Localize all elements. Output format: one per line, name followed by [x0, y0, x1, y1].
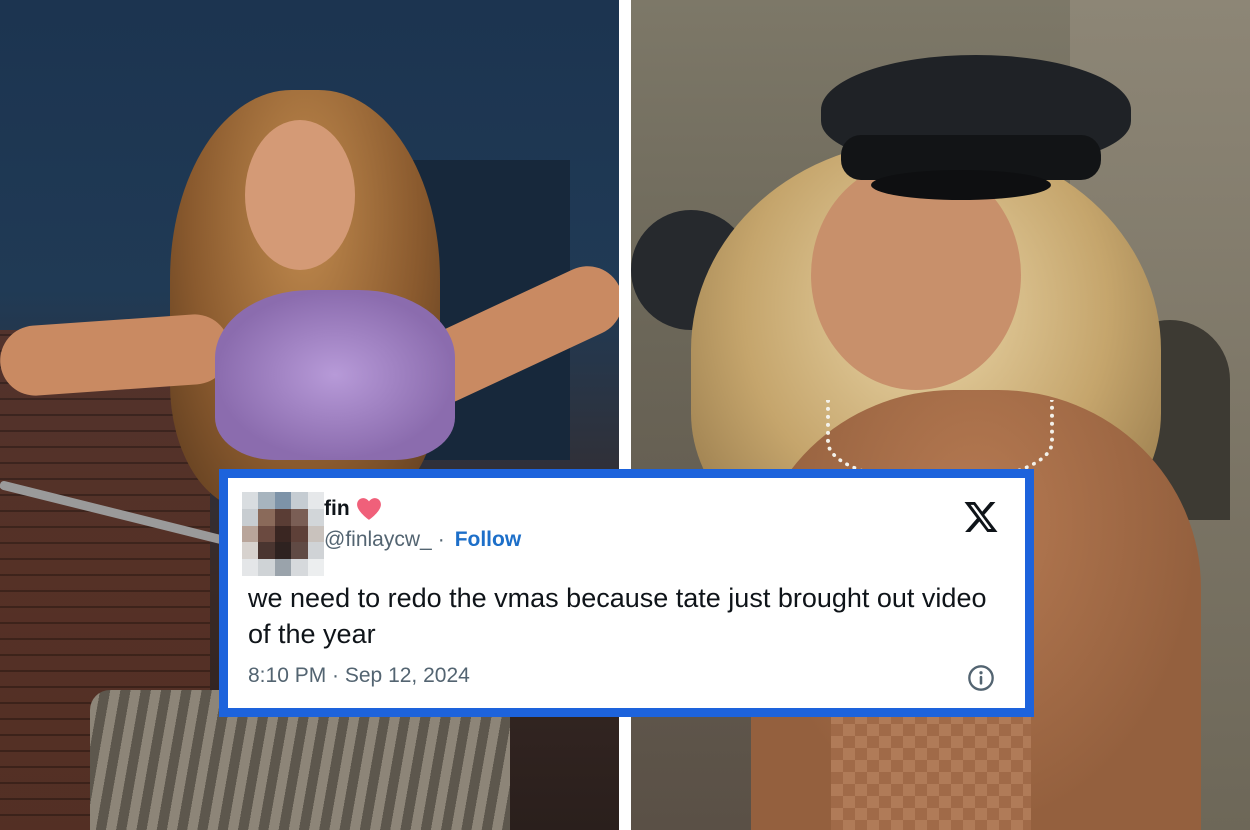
avatar-pixel: [291, 542, 308, 560]
author-name-row: fin: [324, 497, 382, 521]
avatar-pixel: [291, 508, 308, 526]
avatar-pixel: [242, 492, 259, 509]
avatar-pixel: [274, 508, 292, 526]
avatar-pixel: [291, 492, 308, 509]
avatar-pixel: [307, 492, 324, 509]
tweet-timestamp[interactable]: 8:10 PM · Sep 12, 2024: [248, 664, 470, 688]
heart-icon: [356, 498, 381, 520]
avatar-pixel: [307, 508, 324, 526]
author-handle[interactable]: @finlaycw_: [324, 528, 432, 552]
avatar-pixel: [258, 492, 275, 509]
avatar-pixel: [307, 559, 324, 576]
handle-row: @finlaycw_ · Follow: [324, 528, 521, 552]
info-icon[interactable]: [967, 664, 995, 692]
performer-face: [245, 120, 355, 270]
tweet-card[interactable]: fin @finlaycw_ · Follow we need to redo …: [219, 469, 1034, 717]
avatar-pixel: [258, 508, 275, 526]
lavender-top: [215, 290, 455, 460]
avatar-pixel: [274, 492, 292, 509]
avatar-pixel: [258, 542, 275, 560]
avatar-pixel: [242, 542, 259, 560]
follow-button[interactable]: Follow: [455, 528, 522, 552]
avatar-pixel: [274, 559, 292, 576]
avatar-pixel: [242, 559, 259, 576]
avatar-pixel: [258, 525, 275, 543]
x-logo-icon[interactable]: [963, 500, 999, 534]
captain-hat-brim: [871, 170, 1051, 200]
display-name[interactable]: fin: [324, 497, 350, 521]
avatar-pixel: [307, 525, 324, 543]
avatar-pixel: [258, 559, 275, 576]
tweet-text: we need to redo the vmas because tate ju…: [248, 583, 987, 649]
avatar-pixel: [242, 525, 259, 543]
avatar-blurred[interactable]: [242, 492, 324, 576]
avatar-pixel: [274, 525, 292, 543]
avatar-pixel: [242, 508, 259, 526]
censor-mosaic: [831, 700, 1031, 830]
avatar-pixel: [291, 559, 308, 576]
avatar-pixel: [274, 542, 292, 560]
avatar-pixel: [307, 542, 324, 560]
separator-dot: ·: [437, 528, 445, 551]
avatar-pixel: [291, 525, 308, 543]
